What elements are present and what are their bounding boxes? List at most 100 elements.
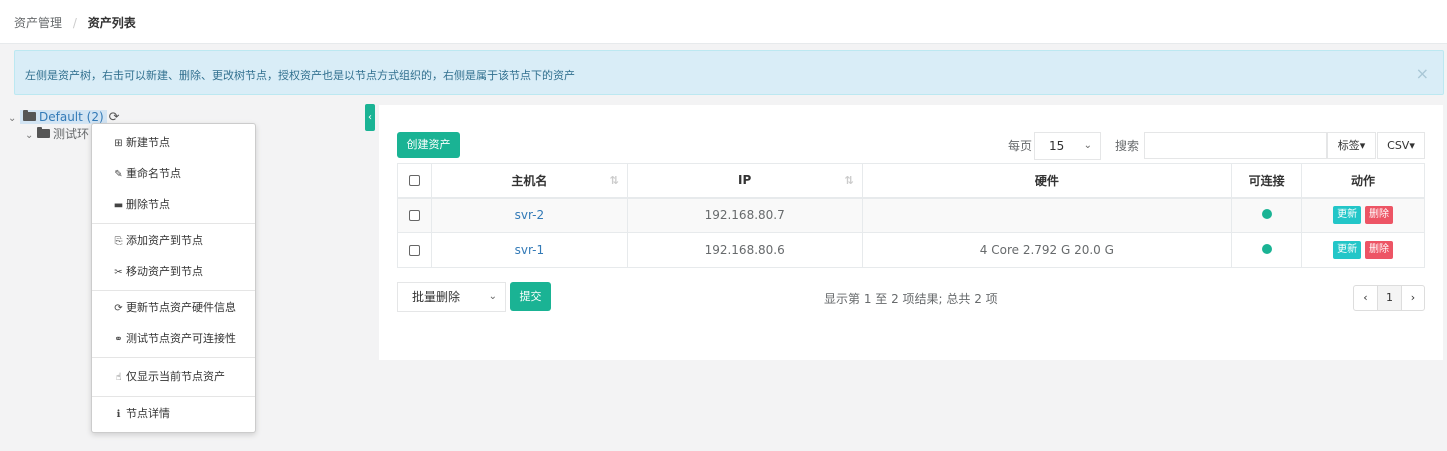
menu-item-label: 测试节点资产可连接性	[126, 332, 236, 345]
select-all-checkbox[interactable]	[408, 175, 420, 187]
pagination-summary: 显示第 1 至 2 项结果; 总共 2 项	[824, 292, 998, 306]
col-hardware: 硬件	[861, 163, 1233, 199]
hardware-cell	[861, 197, 1233, 233]
ip-cell: 192.168.80.6	[626, 232, 863, 268]
col-connectable-label: 可连接	[1248, 173, 1285, 188]
delete-button[interactable]: 删除	[1364, 241, 1393, 259]
menu-item-label: 添加资产到节点	[126, 234, 203, 247]
menu-item-label: 节点详情	[126, 407, 170, 420]
col-connectable: 可连接	[1231, 163, 1303, 199]
menu-item-label: 新建节点	[126, 136, 170, 149]
asset-table: 主机名 ⇅ IP ⇅ 硬件 可连接 动作 svr-2 192.168.80.7 更新…	[397, 163, 1425, 268]
update-button[interactable]: 更新	[1333, 206, 1362, 225]
update-button[interactable]: 更新	[1333, 241, 1362, 259]
breadcrumb-current: 资产列表	[87, 16, 136, 30]
breadcrumb-parent[interactable]: 资产管理	[14, 16, 62, 30]
breadcrumb: 资产管理 / 资产列表	[0, 0, 1447, 44]
chevron-down-icon[interactable]: ⌄	[25, 127, 37, 145]
col-hostname[interactable]: 主机名 ⇅	[430, 163, 628, 199]
menu-item-new-node[interactable]: ⊞ 新建节点	[92, 132, 255, 154]
menu-item-label: 移动资产到节点	[126, 265, 203, 278]
table-row: svr-2 192.168.80.7 更新 删除	[397, 197, 1425, 233]
tree-node-child[interactable]: ⌄ 测试环	[25, 125, 89, 143]
submit-button[interactable]: 提交	[510, 282, 551, 311]
bulk-action-value: 批量删除	[412, 290, 461, 304]
delete-button[interactable]: 删除	[1364, 206, 1393, 225]
prev-page-button[interactable]: ‹	[1354, 286, 1378, 310]
row-select-cell	[397, 197, 432, 233]
select-all-cell	[397, 163, 432, 199]
menu-item-test-connectivity[interactable]: ⚭ 测试节点资产可连接性	[92, 328, 255, 350]
sort-icon[interactable]: ⇅	[610, 174, 619, 187]
tree-node-child-label[interactable]: 测试环	[53, 127, 89, 141]
col-actions: 动作	[1301, 163, 1425, 199]
menu-item-refresh-hardware[interactable]: ⟳ 更新节点资产硬件信息	[92, 297, 255, 319]
menu-item-label: 更新节点资产硬件信息	[126, 301, 236, 314]
menu-divider	[92, 290, 255, 291]
menu-item-move-asset-to-node[interactable]: ✂ 移动资产到节点	[92, 261, 255, 283]
per-page-value: 15	[1049, 139, 1065, 153]
create-asset-button[interactable]: 创建资产	[397, 132, 460, 158]
hostname-link[interactable]: svr-2	[515, 208, 544, 222]
close-icon[interactable]: ×	[1416, 64, 1429, 83]
search-input[interactable]	[1144, 132, 1327, 159]
hostname-link[interactable]: svr-1	[515, 243, 544, 257]
asset-list-panel: 创建资产 每页 15 ⌄ 搜索 标签▾ CSV▾ 主机名 ⇅ IP ⇅ 硬件 可连接…	[379, 105, 1443, 360]
page-1-button[interactable]: 1	[1378, 286, 1402, 310]
tree-node-root-label[interactable]: Default (2)	[39, 110, 104, 124]
status-online-icon	[1261, 209, 1272, 220]
collapse-tree-button[interactable]: ‹	[365, 104, 375, 131]
menu-divider	[92, 396, 255, 397]
hostname-cell: svr-2	[430, 197, 628, 233]
menu-item-delete-node[interactable]: ▬ 删除节点	[92, 194, 255, 216]
tree-context-menu: ⊞ 新建节点 ✎ 重命名节点 ▬ 删除节点 ⎘ 添加资产到节点 ✂ 移动资产到节点 ⟳ 更新…	[91, 123, 256, 433]
chevron-down-icon[interactable]: ⌄	[8, 110, 20, 128]
menu-item-rename-node[interactable]: ✎ 重命名节点	[92, 163, 255, 185]
col-hardware-label: 硬件	[1034, 173, 1059, 188]
hostname-cell: svr-1	[430, 232, 628, 268]
ip-cell: 192.168.80.7	[626, 197, 863, 233]
row-checkbox[interactable]	[408, 210, 420, 222]
menu-item-label: 仅显示当前节点资产	[126, 370, 225, 383]
hardware-cell: 4 Core 2.792 G 20.0 G	[861, 232, 1233, 268]
menu-item-node-detail[interactable]: ℹ 节点详情	[92, 403, 255, 425]
csv-dropdown[interactable]: CSV▾	[1377, 132, 1425, 159]
col-ip-label: IP	[738, 173, 752, 188]
menu-item-add-asset-to-node[interactable]: ⎘ 添加资产到节点	[92, 230, 255, 252]
per-page-select[interactable]: 15 ⌄	[1034, 132, 1101, 160]
hand-pointer-icon: ☝	[115, 372, 122, 383]
table-header-row: 主机名 ⇅ IP ⇅ 硬件 可连接 动作	[397, 163, 1425, 199]
table-row: svr-1 192.168.80.6 4 Core 2.792 G 20.0 G…	[397, 232, 1425, 268]
folder-open-icon	[37, 127, 50, 138]
edit-icon: ✎	[114, 169, 123, 180]
connectable-cell	[1231, 197, 1303, 233]
actions-cell: 更新 删除	[1301, 232, 1425, 268]
col-actions-label: 动作	[1351, 173, 1376, 188]
chevron-down-icon: ⌄	[1083, 140, 1092, 151]
link-icon: ⚭	[114, 334, 123, 345]
info-alert: 左侧是资产树，右击可以新建、删除、更改树节点，授权资产也是以节点方式组织的，右侧…	[14, 50, 1444, 95]
per-page-label: 每页	[1008, 139, 1033, 153]
alert-text: 左侧是资产树，右击可以新建、删除、更改树节点，授权资产也是以节点方式组织的，右侧…	[25, 69, 575, 82]
menu-item-show-current-node-assets[interactable]: ☝ 仅显示当前节点资产	[92, 366, 255, 388]
status-online-icon	[1261, 244, 1272, 254]
tags-dropdown[interactable]: 标签▾	[1327, 132, 1376, 159]
menu-divider	[92, 357, 255, 358]
breadcrumb-separator: /	[72, 16, 77, 30]
bulk-action-select[interactable]: 批量删除 ⌄	[397, 282, 506, 312]
connectable-cell	[1231, 232, 1303, 268]
row-checkbox[interactable]	[408, 245, 420, 256]
info-icon: ℹ	[116, 409, 121, 420]
next-page-button[interactable]: ›	[1402, 286, 1424, 310]
col-hostname-label: 主机名	[511, 173, 548, 188]
chevron-left-icon: ‹	[368, 112, 372, 123]
chevron-down-icon: ⌄	[488, 291, 497, 302]
menu-item-label: 删除节点	[126, 198, 170, 211]
menu-divider	[92, 223, 255, 224]
col-ip[interactable]: IP ⇅	[626, 163, 863, 199]
actions-cell: 更新 删除	[1301, 197, 1425, 233]
menu-item-label: 重命名节点	[126, 167, 181, 180]
pagination: ‹ 1 ›	[1353, 285, 1425, 311]
sort-icon[interactable]: ⇅	[844, 174, 853, 187]
refresh-icon: ⟳	[114, 303, 123, 314]
